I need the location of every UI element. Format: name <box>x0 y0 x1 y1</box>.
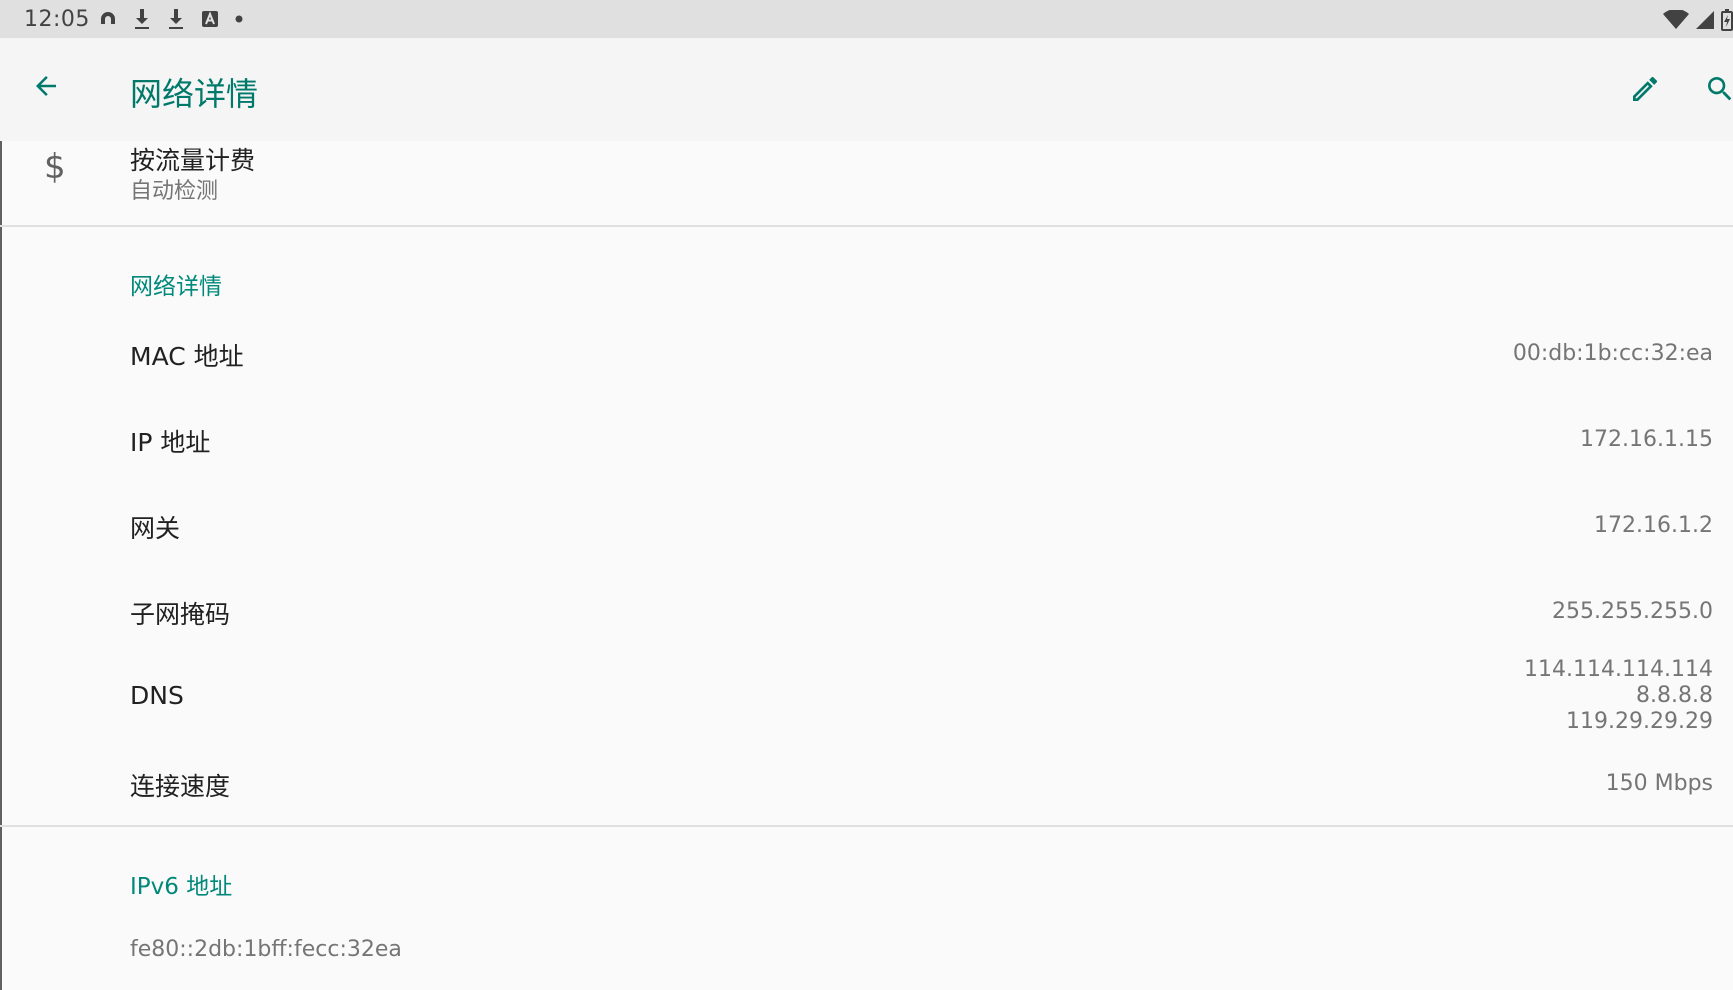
divider <box>0 825 1733 827</box>
download-icon <box>132 8 152 30</box>
ipv6-address-value: fe80::2db:1bff:fecc:32ea <box>130 937 402 962</box>
gateway-label: 网关 <box>130 514 181 543</box>
link-speed-value: 150 Mbps <box>1605 771 1713 796</box>
network-details-header: 网络详情 <box>130 274 222 300</box>
accessibility-a-icon <box>200 9 220 29</box>
pencil-icon <box>1629 73 1661 109</box>
dollar-icon: $ <box>44 147 66 187</box>
mac-address-value: 00:db:1b:cc:32:ea <box>1512 341 1713 366</box>
headphones-icon <box>98 9 118 29</box>
search-icon <box>1704 73 1733 109</box>
ip-address-value: 172.16.1.15 <box>1580 427 1713 452</box>
ip-address-label: IP 地址 <box>130 428 211 457</box>
back-button[interactable] <box>26 68 66 108</box>
dns-values: 114.114.114.114 8.8.8.8 119.29.29.29 <box>1524 657 1713 735</box>
status-time: 12:05 <box>24 7 90 32</box>
edit-button[interactable] <box>1625 71 1665 111</box>
app-bar: 网络详情 <box>0 38 1733 141</box>
notification-icons <box>98 8 244 30</box>
metered-summary: 自动检测 <box>130 179 219 204</box>
link-speed-label: 连接速度 <box>130 772 231 801</box>
dns-value: 119.29.29.29 <box>1566 709 1713 734</box>
wifi-icon <box>1663 8 1689 34</box>
arrow-back-icon <box>31 71 61 105</box>
dot-icon <box>234 14 244 24</box>
dns-label: DNS <box>130 681 184 710</box>
ipv6-header: IPv6 地址 <box>130 874 233 900</box>
cellular-signal-icon <box>1695 10 1715 34</box>
search-button[interactable] <box>1700 71 1733 111</box>
metered-setting[interactable]: $ 按流量计费 自动检测 <box>0 141 1733 226</box>
mac-address-label: MAC 地址 <box>130 342 244 371</box>
dns-value: 114.114.114.114 <box>1524 657 1713 682</box>
battery-icon <box>1721 9 1733 35</box>
subnet-mask-label: 子网掩码 <box>130 600 231 629</box>
window-edge <box>0 141 2 990</box>
status-bar: 12:05 <box>0 0 1733 38</box>
metered-title: 按流量计费 <box>130 146 256 175</box>
page-title: 网络详情 <box>130 75 259 113</box>
system-icons <box>1663 8 1733 35</box>
divider <box>0 225 1733 227</box>
dns-value: 8.8.8.8 <box>1636 683 1713 708</box>
download-icon <box>166 8 186 30</box>
gateway-value: 172.16.1.2 <box>1594 513 1713 538</box>
subnet-mask-value: 255.255.255.0 <box>1552 599 1713 624</box>
